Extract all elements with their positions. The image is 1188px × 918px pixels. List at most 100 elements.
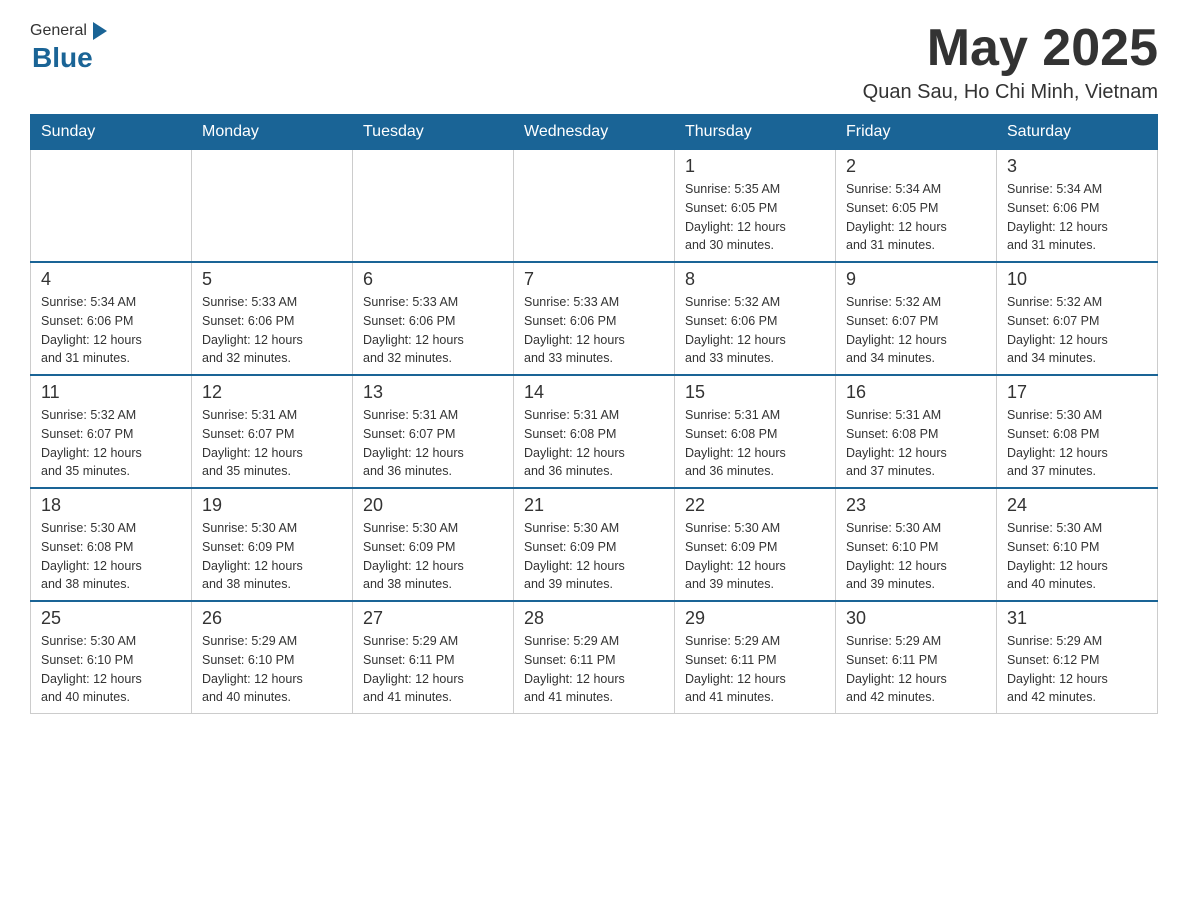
day-info: Sunrise: 5:30 AM Sunset: 6:10 PM Dayligh… [1007, 519, 1147, 594]
day-info: Sunrise: 5:30 AM Sunset: 6:08 PM Dayligh… [41, 519, 181, 594]
day-number: 27 [363, 608, 503, 629]
calendar-cell [353, 150, 514, 263]
day-number: 18 [41, 495, 181, 516]
day-info: Sunrise: 5:32 AM Sunset: 6:07 PM Dayligh… [1007, 293, 1147, 368]
day-number: 17 [1007, 382, 1147, 403]
day-info: Sunrise: 5:34 AM Sunset: 6:06 PM Dayligh… [41, 293, 181, 368]
calendar-cell: 16Sunrise: 5:31 AM Sunset: 6:08 PM Dayli… [836, 375, 997, 488]
day-number: 12 [202, 382, 342, 403]
calendar-cell: 1 Sunrise: 5:35 AM Sunset: 6:05 PM Daylig… [675, 150, 836, 263]
calendar-day-header: Friday [836, 115, 997, 150]
day-number: 10 [1007, 269, 1147, 290]
day-number: 15 [685, 382, 825, 403]
calendar-cell: 15 Sunrise: 5:31 AM Sunset: 6:08 PM Dayli… [675, 375, 836, 488]
calendar-day-header: Saturday [997, 115, 1158, 150]
calendar-cell: 23 Sunrise: 5:30 AM Sunset: 6:10 PM Dayli… [836, 488, 997, 601]
day-info: Sunrise: 5:33 AM Sunset: 6:06 PM Dayligh… [202, 293, 342, 368]
calendar-cell: 5 Sunrise: 5:33 AM Sunset: 6:06 PM Daylig… [192, 262, 353, 375]
day-info: Sunrise: 5:33 AM Sunset: 6:06 PM Dayligh… [524, 293, 664, 368]
calendar-cell: 3Sunrise: 5:34 AM Sunset: 6:06 PM Daylig… [997, 150, 1158, 263]
day-info: Sunrise: 5:30 AM Sunset: 6:08 PM Dayligh… [1007, 406, 1147, 481]
calendar-cell: 8 Sunrise: 5:32 AM Sunset: 6:06 PM Daylig… [675, 262, 836, 375]
logo: General Blue [30, 20, 111, 74]
day-info: Sunrise: 5:30 AM Sunset: 6:09 PM Dayligh… [202, 519, 342, 594]
calendar-cell: 30Sunrise: 5:29 AM Sunset: 6:11 PM Dayli… [836, 601, 997, 714]
calendar-cell [31, 150, 192, 263]
day-info: Sunrise: 5:29 AM Sunset: 6:11 PM Dayligh… [685, 632, 825, 707]
calendar-cell: 2 Sunrise: 5:34 AM Sunset: 6:05 PM Daylig… [836, 150, 997, 263]
day-number: 13 [363, 382, 503, 403]
day-info: Sunrise: 5:31 AM Sunset: 6:08 PM Dayligh… [685, 406, 825, 481]
calendar-cell: 10 Sunrise: 5:32 AM Sunset: 6:07 PM Dayli… [997, 262, 1158, 375]
logo-arrow-icon [89, 20, 111, 42]
day-info: Sunrise: 5:30 AM Sunset: 6:10 PM Dayligh… [846, 519, 986, 594]
calendar-cell: 26 Sunrise: 5:29 AM Sunset: 6:10 PM Dayli… [192, 601, 353, 714]
day-info: Sunrise: 5:32 AM Sunset: 6:07 PM Dayligh… [41, 406, 181, 481]
day-info: Sunrise: 5:29 AM Sunset: 6:11 PM Dayligh… [363, 632, 503, 707]
calendar-cell: 12Sunrise: 5:31 AM Sunset: 6:07 PM Dayli… [192, 375, 353, 488]
day-info: Sunrise: 5:30 AM Sunset: 6:09 PM Dayligh… [363, 519, 503, 594]
day-info: Sunrise: 5:34 AM Sunset: 6:05 PM Dayligh… [846, 180, 986, 255]
day-number: 19 [202, 495, 342, 516]
calendar-cell: 14 Sunrise: 5:31 AM Sunset: 6:08 PM Dayli… [514, 375, 675, 488]
day-number: 23 [846, 495, 986, 516]
calendar-day-header: Thursday [675, 115, 836, 150]
calendar-cell: 6 Sunrise: 5:33 AM Sunset: 6:06 PM Daylig… [353, 262, 514, 375]
calendar-cell: 21Sunrise: 5:30 AM Sunset: 6:09 PM Dayli… [514, 488, 675, 601]
calendar-week-row: 4 Sunrise: 5:34 AM Sunset: 6:06 PM Daylig… [31, 262, 1158, 375]
day-number: 9 [846, 269, 986, 290]
calendar-cell: 22 Sunrise: 5:30 AM Sunset: 6:09 PM Dayli… [675, 488, 836, 601]
day-number: 7 [524, 269, 664, 290]
logo-blue-text: Blue [32, 42, 93, 73]
day-number: 6 [363, 269, 503, 290]
day-number: 26 [202, 608, 342, 629]
calendar-cell: 27 Sunrise: 5:29 AM Sunset: 6:11 PM Dayli… [353, 601, 514, 714]
calendar-cell: 31Sunrise: 5:29 AM Sunset: 6:12 PM Dayli… [997, 601, 1158, 714]
day-number: 22 [685, 495, 825, 516]
logo-general-text: General [30, 22, 87, 40]
day-info: Sunrise: 5:32 AM Sunset: 6:07 PM Dayligh… [846, 293, 986, 368]
day-number: 1 [685, 156, 825, 177]
calendar-day-header: Monday [192, 115, 353, 150]
day-number: 2 [846, 156, 986, 177]
day-info: Sunrise: 5:29 AM Sunset: 6:10 PM Dayligh… [202, 632, 342, 707]
calendar-cell: 19 Sunrise: 5:30 AM Sunset: 6:09 PM Dayli… [192, 488, 353, 601]
day-number: 20 [363, 495, 503, 516]
day-number: 21 [524, 495, 664, 516]
calendar-week-row: 18 Sunrise: 5:30 AM Sunset: 6:08 PM Dayli… [31, 488, 1158, 601]
calendar-week-row: 1 Sunrise: 5:35 AM Sunset: 6:05 PM Daylig… [31, 150, 1158, 263]
calendar-cell: 7 Sunrise: 5:33 AM Sunset: 6:06 PM Daylig… [514, 262, 675, 375]
calendar-cell: 13Sunrise: 5:31 AM Sunset: 6:07 PM Dayli… [353, 375, 514, 488]
day-info: Sunrise: 5:33 AM Sunset: 6:06 PM Dayligh… [363, 293, 503, 368]
day-info: Sunrise: 5:35 AM Sunset: 6:05 PM Dayligh… [685, 180, 825, 255]
day-info: Sunrise: 5:29 AM Sunset: 6:12 PM Dayligh… [1007, 632, 1147, 707]
calendar-table: SundayMondayTuesdayWednesdayThursdayFrid… [30, 114, 1158, 714]
day-info: Sunrise: 5:30 AM Sunset: 6:09 PM Dayligh… [685, 519, 825, 594]
day-number: 16 [846, 382, 986, 403]
calendar-cell: 17 Sunrise: 5:30 AM Sunset: 6:08 PM Dayli… [997, 375, 1158, 488]
day-number: 5 [202, 269, 342, 290]
day-info: Sunrise: 5:29 AM Sunset: 6:11 PM Dayligh… [524, 632, 664, 707]
day-info: Sunrise: 5:31 AM Sunset: 6:08 PM Dayligh… [524, 406, 664, 481]
day-number: 30 [846, 608, 986, 629]
calendar-week-row: 25Sunrise: 5:30 AM Sunset: 6:10 PM Dayli… [31, 601, 1158, 714]
day-number: 4 [41, 269, 181, 290]
day-number: 28 [524, 608, 664, 629]
calendar-cell: 28 Sunrise: 5:29 AM Sunset: 6:11 PM Dayli… [514, 601, 675, 714]
calendar-cell [192, 150, 353, 263]
calendar-day-header: Sunday [31, 115, 192, 150]
day-info: Sunrise: 5:32 AM Sunset: 6:06 PM Dayligh… [685, 293, 825, 368]
page-header: General Blue May 2025 Quan Sau, Ho Chi M… [30, 20, 1158, 104]
month-title: May 2025 [863, 20, 1158, 77]
calendar-cell: 24Sunrise: 5:30 AM Sunset: 6:10 PM Dayli… [997, 488, 1158, 601]
calendar-week-row: 11Sunrise: 5:32 AM Sunset: 6:07 PM Dayli… [31, 375, 1158, 488]
calendar-cell: 29 Sunrise: 5:29 AM Sunset: 6:11 PM Dayli… [675, 601, 836, 714]
day-number: 25 [41, 608, 181, 629]
day-number: 29 [685, 608, 825, 629]
title-section: May 2025 Quan Sau, Ho Chi Minh, Vietnam [863, 20, 1158, 104]
calendar-cell: 11Sunrise: 5:32 AM Sunset: 6:07 PM Dayli… [31, 375, 192, 488]
day-number: 14 [524, 382, 664, 403]
location-text: Quan Sau, Ho Chi Minh, Vietnam [863, 81, 1158, 104]
day-number: 8 [685, 269, 825, 290]
day-info: Sunrise: 5:34 AM Sunset: 6:06 PM Dayligh… [1007, 180, 1147, 255]
